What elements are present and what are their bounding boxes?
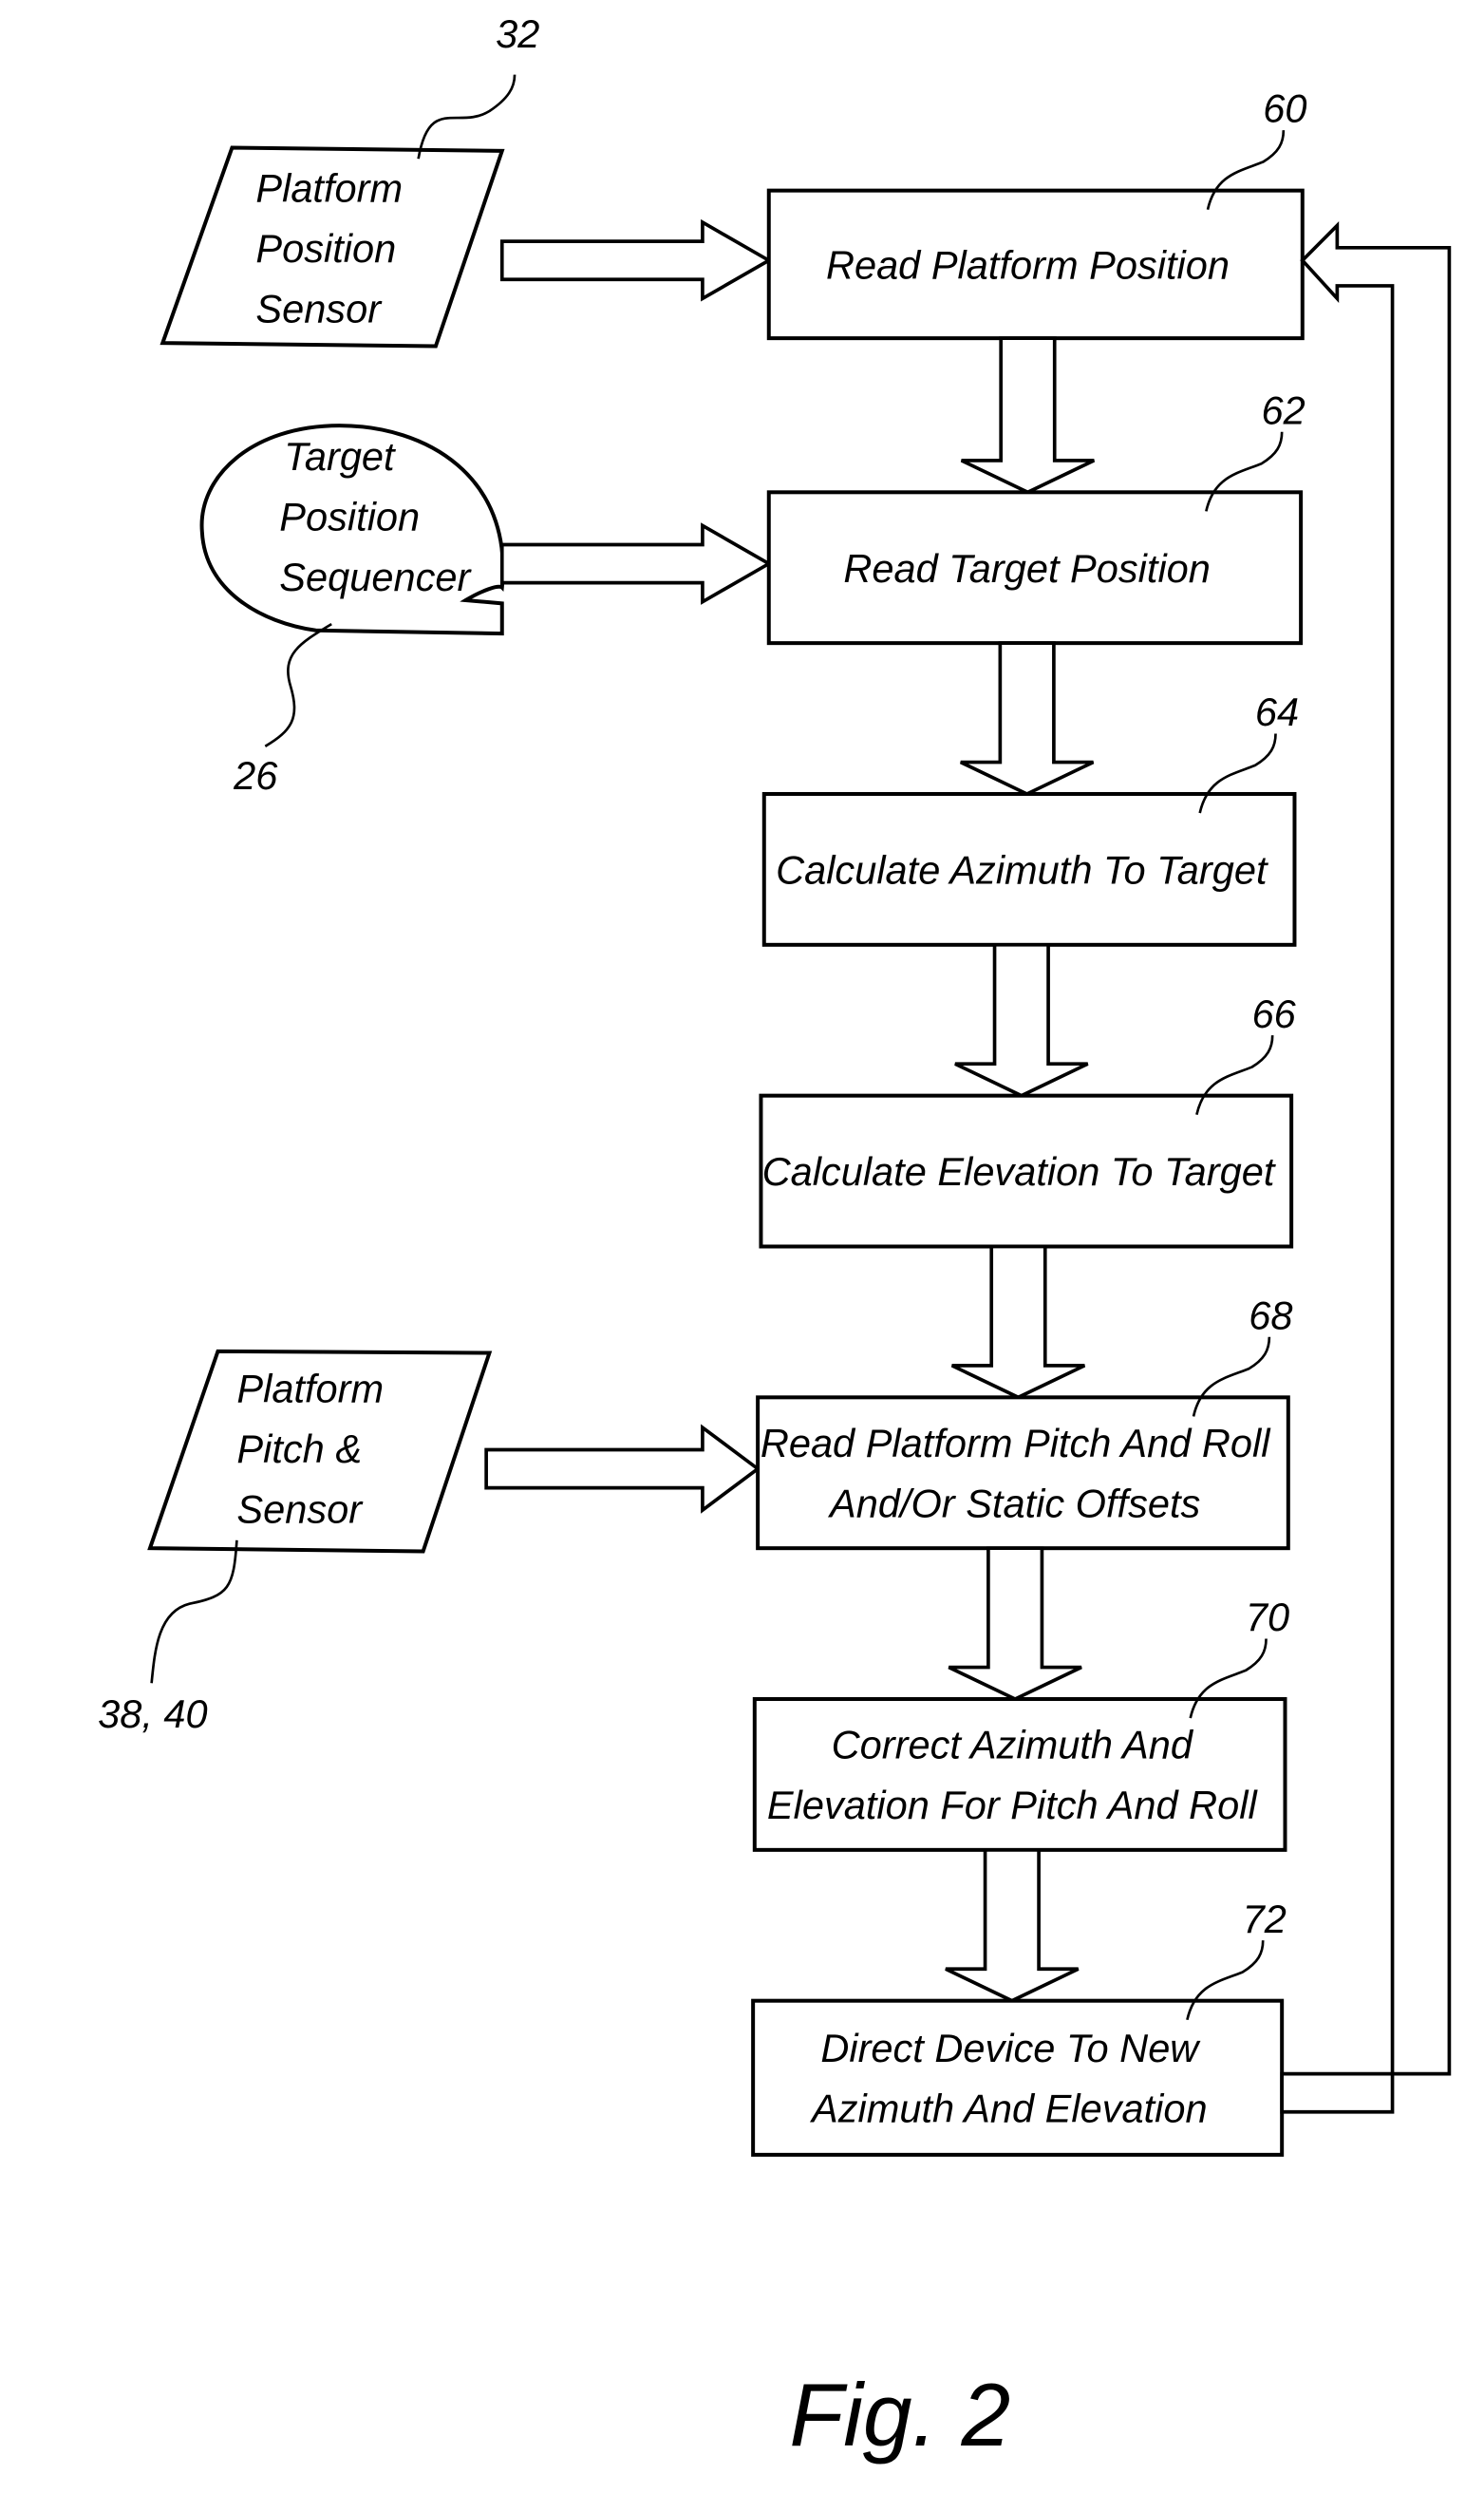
input-label-line-3: Sensor	[236, 1486, 364, 1531]
process-steps: Read Platform Position 60 Read Target Posi…	[751, 86, 1306, 2157]
input-label-line-1: Target	[284, 434, 397, 479]
input-platform-pitch-sensor: Platform Pitch & Sensor 38, 40	[98, 1349, 493, 1736]
arrow-70-to-72	[945, 1848, 1080, 2003]
step-label-line-1: Calculate Elevation To Target	[762, 1149, 1277, 1194]
reference-numeral-26: 26	[233, 753, 278, 798]
input-label-line-3: Sensor	[255, 286, 383, 331]
arrow-68-to-70	[948, 1546, 1082, 1702]
arrow-38-40-to-68	[484, 1424, 761, 1514]
arrow-60-to-62	[960, 336, 1096, 495]
step-label-line-2: Azimuth And Elevation	[809, 2086, 1208, 2130]
arrow-66-to-68	[950, 1244, 1086, 1400]
input-label-line-2: Position	[255, 226, 396, 271]
leader-line-38-40	[150, 1539, 238, 1684]
input-label-line-1: Platform	[236, 1366, 384, 1410]
arrow-26-to-62	[499, 522, 773, 605]
step-60: Read Platform Position 60	[766, 86, 1306, 341]
step-label-line-2: Elevation For Pitch And Roll	[767, 1783, 1259, 1827]
step-label-line-1: Read Platform Pitch And Roll	[761, 1421, 1271, 1465]
input-label-line-3: Sequencer	[279, 555, 472, 599]
step-label-line-1: Read Platform Position	[826, 242, 1230, 287]
feedback-loop-72-to-60	[1280, 220, 1452, 2114]
reference-numeral-66: 66	[1252, 992, 1297, 1036]
input-label-line-2: Position	[279, 494, 420, 538]
step-label-line-1: Calculate Azimuth To Target	[776, 847, 1269, 892]
flowchart-diagram: Platform Position Sensor 32 Target Posit…	[98, 11, 1452, 2465]
arrow-62-to-64	[960, 641, 1095, 797]
arrow-64-to-66	[954, 942, 1089, 1098]
reference-numeral-38-40: 38, 40	[98, 1691, 208, 1736]
reference-numeral-60: 60	[1263, 86, 1306, 131]
step-label-line-2: And/Or Static Offsets	[827, 1481, 1200, 1525]
leader-line-26	[264, 622, 332, 747]
reference-numeral-70: 70	[1246, 1595, 1289, 1639]
leader-line-32	[417, 74, 517, 160]
step-label-line-1: Correct Azimuth And	[832, 1723, 1194, 1767]
step-label-line-1: Read Target Position	[843, 546, 1211, 591]
step-label-line-1: Direct Device To New	[820, 2026, 1201, 2070]
reference-numeral-64: 64	[1255, 689, 1299, 734]
input-platform-position-sensor: Platform Position Sensor 32	[160, 11, 539, 349]
input-label-line-1: Platform	[255, 165, 403, 210]
input-label-line-2: Pitch &	[236, 1426, 362, 1471]
figure-caption: Fig. 2	[789, 2365, 1010, 2465]
input-target-position-sequencer: Target Position Sequencer 26	[199, 424, 505, 798]
reference-numeral-72: 72	[1243, 1897, 1287, 1941]
reference-numeral-68: 68	[1249, 1293, 1292, 1337]
reference-numeral-62: 62	[1262, 387, 1306, 432]
reference-numeral-32: 32	[496, 11, 539, 56]
process-box	[751, 1998, 1285, 2157]
feedback-loop-outer-path	[1280, 220, 1452, 2114]
arrow-32-to-60	[499, 218, 773, 302]
